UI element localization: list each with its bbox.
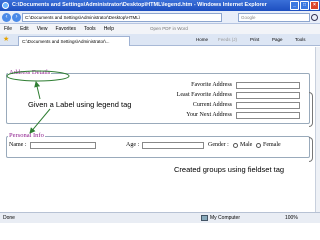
url-input[interactable]: C:\Documents and Settings\Administrator\…	[22, 13, 222, 22]
print-button[interactable]: Print	[250, 34, 259, 46]
bottom-area	[0, 223, 320, 240]
minimize-button[interactable]: _	[290, 1, 299, 10]
window-controls: _ □ ×	[290, 1, 319, 10]
ie-app-icon	[2, 2, 9, 9]
menu-help[interactable]: Help	[104, 24, 114, 34]
annotation-arrows	[6, 70, 70, 134]
tab-legend-page[interactable]: C:\Documents and Settings\Administrator\…	[18, 36, 130, 46]
vertical-scrollbar[interactable]	[315, 47, 320, 212]
search-input[interactable]: Google	[238, 13, 310, 22]
menu-view[interactable]: View	[37, 24, 48, 34]
security-zone: My Computer	[210, 215, 241, 221]
search-icon[interactable]	[311, 14, 318, 21]
feeds-button[interactable]: Feeds (J)	[218, 34, 237, 46]
zoom-level[interactable]: 100%	[285, 213, 298, 223]
tab-command-bar: ★ C:\Documents and Settings\Administrato…	[0, 34, 320, 46]
legend-highlight-ellipse	[6, 70, 70, 82]
maximize-button[interactable]: □	[300, 1, 309, 10]
home-button[interactable]: Home	[196, 34, 208, 46]
menu-edit[interactable]: Edit	[20, 24, 29, 34]
menu-file[interactable]: File	[4, 24, 12, 34]
menu-tools[interactable]: Tools	[84, 24, 96, 34]
back-icon[interactable]: ‹	[2, 13, 11, 22]
arrow-to-personal-legend	[29, 108, 51, 134]
status-bar: Done My Computer 100%	[0, 212, 320, 223]
menu-favorites[interactable]: Favorites	[55, 24, 76, 34]
window-title: C:\Documents and Settings\Administrator\…	[12, 2, 267, 8]
page-content: Address Details Favorite Address Least F…	[0, 47, 315, 212]
forward-icon[interactable]: ›	[12, 13, 21, 22]
close-button[interactable]: ×	[310, 1, 319, 10]
favorites-star-icon[interactable]: ★	[3, 36, 9, 44]
open-pdf-in-word-button[interactable]: Open PDF in Word	[150, 24, 188, 34]
computer-icon	[201, 215, 208, 221]
window-title-bar: C:\Documents and Settings\Administrator\…	[0, 0, 320, 11]
page-menu-button[interactable]: Page	[272, 34, 283, 46]
tools-menu-button[interactable]: Tools	[295, 34, 306, 46]
address-bar: ‹ › C:\Documents and Settings\Administra…	[0, 11, 320, 24]
menu-bar: File Edit View Favorites Tools Help Open…	[0, 24, 320, 34]
status-text: Done	[3, 215, 15, 221]
arrow-to-address-legend	[34, 81, 41, 100]
